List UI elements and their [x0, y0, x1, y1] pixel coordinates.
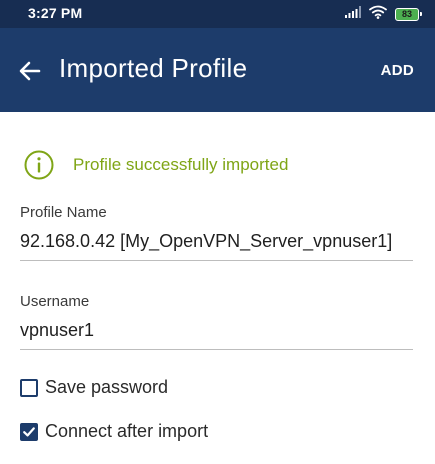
- arrow-left-icon: [19, 61, 41, 81]
- success-text: Profile successfully imported: [73, 155, 289, 174]
- profile-name-label: Profile Name: [20, 204, 107, 221]
- save-password-option[interactable]: Save password: [20, 377, 168, 398]
- page-title: Imported Profile: [59, 53, 248, 83]
- save-password-checkbox[interactable]: [20, 378, 38, 397]
- back-button[interactable]: [14, 56, 46, 86]
- username-field[interactable]: vpnuser1: [20, 320, 413, 350]
- profile-name-field[interactable]: 92.168.0.42 [My_OpenVPN_Server_vpnuser1]: [20, 231, 413, 261]
- info-circle-icon: [24, 150, 54, 180]
- wifi-icon: [369, 5, 387, 24]
- status-time: 3:27 PM: [28, 5, 83, 21]
- import-success-message: Profile successfully imported: [24, 150, 288, 180]
- connect-after-import-checkbox[interactable]: [20, 422, 38, 441]
- connect-after-import-option[interactable]: Connect after import: [20, 421, 208, 442]
- connect-after-import-label: Connect after import: [45, 421, 209, 441]
- status-bar: 3:27 PM 83: [0, 0, 435, 28]
- battery-icon: 83: [395, 7, 422, 21]
- check-icon: [23, 426, 35, 436]
- add-button[interactable]: ADD: [381, 62, 414, 79]
- save-password-label: Save password: [45, 377, 169, 397]
- username-label: Username: [20, 293, 90, 310]
- signal-icon: [345, 5, 361, 23]
- status-icons: 83: [345, 5, 422, 24]
- app-bar: Imported Profile ADD: [0, 28, 435, 112]
